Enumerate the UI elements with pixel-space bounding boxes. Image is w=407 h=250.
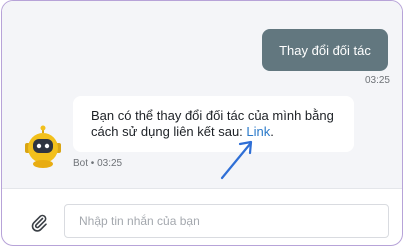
arrow-icon [218,136,258,182]
bot-message-text: Bạn có thể thay đổi đối tác của mình bằn… [91,108,334,139]
bot-message-end: . [270,124,274,139]
bot-message-bubble: Bạn có thể thay đổi đối tác của mình bằn… [73,96,354,152]
user-message-time: 03:25 [364,75,390,86]
user-message-bubble: Thay đổi đối tác [262,29,388,71]
robot-avatar-icon [24,125,62,169]
user-message-text: Thay đổi đối tác [279,42,371,58]
bot-message-meta: Bot • 03:25 [73,158,123,169]
message-input[interactable] [64,204,389,238]
paperclip-icon[interactable] [29,212,49,232]
message-list: Thay đổi đối tác 03:25 Bạn có thể thay đ… [2,1,402,188]
composer-divider [2,188,402,189]
chat-window: Thay đổi đối tác 03:25 Bạn có thể thay đ… [1,0,403,246]
